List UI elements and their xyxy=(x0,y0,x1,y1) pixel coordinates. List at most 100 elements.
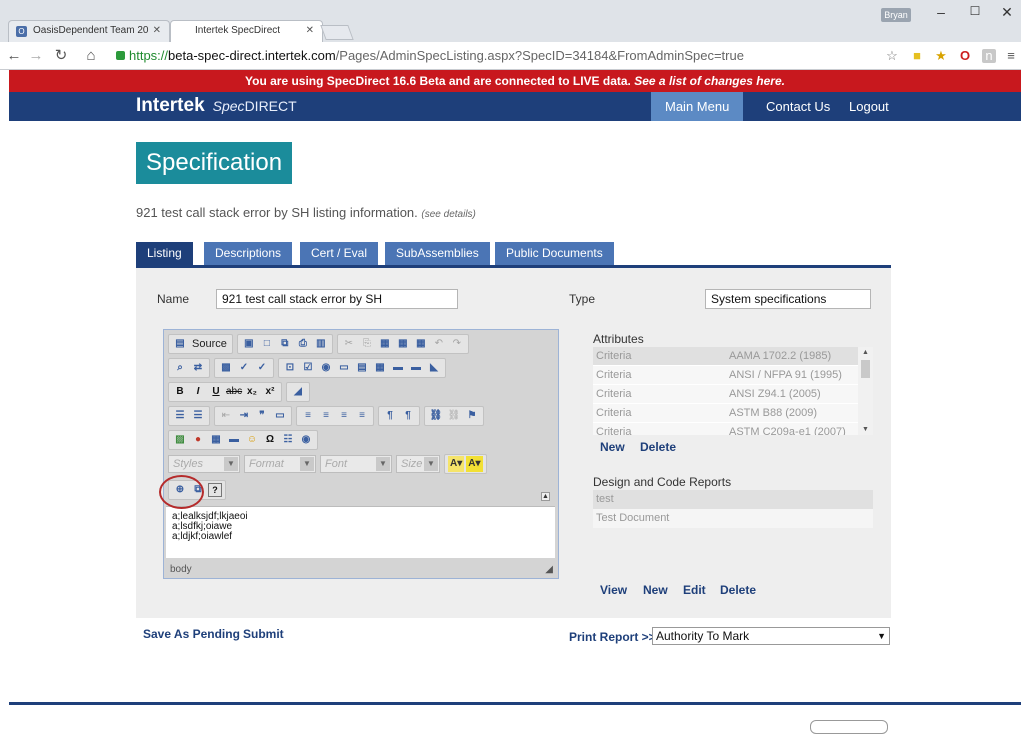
new-tab-button[interactable] xyxy=(320,25,354,40)
close-window-icon[interactable]: ✕ xyxy=(992,4,1021,21)
list-item[interactable]: Criteria ASTM B88 (2009) xyxy=(593,404,873,423)
justify-icon[interactable]: ≡ xyxy=(354,408,370,424)
copy-icon[interactable]: ⎘ xyxy=(359,336,375,352)
list-item[interactable]: Criteria AAMA 1702.2 (1985) xyxy=(593,347,873,366)
see-details-link[interactable]: (see details) xyxy=(421,209,475,220)
preview-icon[interactable]: ⧉ xyxy=(277,336,293,352)
italic-icon[interactable]: I xyxy=(190,384,206,400)
tab-cert-eval[interactable]: Cert / Eval xyxy=(300,242,379,266)
outdent-icon[interactable]: ⇤ xyxy=(218,408,234,424)
list-item[interactable]: Criteria ANSI Z94.1 (2005) xyxy=(593,385,873,404)
nav-logout[interactable]: Logout xyxy=(835,92,903,121)
nav-main-menu[interactable]: Main Menu xyxy=(651,92,744,121)
subscript-icon[interactable]: x₂ xyxy=(244,384,260,400)
browser-tab-specdirect[interactable]: Intertek SpecDirect ✕ xyxy=(170,20,323,42)
page-break-icon[interactable]: ☷ xyxy=(280,432,296,448)
design-new-link[interactable]: New xyxy=(643,583,668,597)
unlink-icon[interactable]: ⛓ xyxy=(446,408,462,424)
paste-text-icon[interactable]: ▦ xyxy=(395,336,411,352)
close-tab-icon[interactable]: ✕ xyxy=(306,25,314,36)
save-as-pending-link[interactable]: Save As Pending xyxy=(143,627,240,641)
flash-icon[interactable]: ● xyxy=(190,432,206,448)
horizontal-rule-icon[interactable]: ▬ xyxy=(226,432,242,448)
about-help-icon[interactable]: ? xyxy=(208,483,222,497)
tab-public-documents[interactable]: Public Documents xyxy=(495,242,614,266)
design-delete-link[interactable]: Delete xyxy=(720,583,756,597)
tab-listing[interactable]: Listing xyxy=(136,242,193,266)
collapse-toolbar-button[interactable]: ▲ xyxy=(541,492,550,501)
anchor-icon[interactable]: ⚑ xyxy=(464,408,480,424)
url-field[interactable]: https://beta-spec-direct.intertek.com/Pa… xyxy=(116,47,876,65)
home-icon[interactable]: ⌂ xyxy=(82,48,100,64)
styles-combo[interactable]: Styles ▼ xyxy=(168,455,240,473)
list-item[interactable]: Criteria ANSI / NFPA 91 (1995) xyxy=(593,366,873,385)
attributes-delete-link[interactable]: Delete xyxy=(640,440,676,454)
align-center-icon[interactable]: ≡ xyxy=(318,408,334,424)
bookmark-star-icon[interactable]: ☆ xyxy=(885,49,899,63)
opera-extension-icon[interactable]: O xyxy=(958,49,972,63)
editor-element-path[interactable]: body xyxy=(170,564,192,575)
format-combo[interactable]: Format ▼ xyxy=(244,455,316,473)
extension-notes-icon[interactable]: ■ xyxy=(910,49,924,63)
scroll-down-icon[interactable]: ▼ xyxy=(862,426,869,433)
list-item[interactable]: test xyxy=(593,490,873,509)
design-reports-list[interactable]: test Test Document xyxy=(593,490,873,528)
nav-contact-us[interactable]: Contact Us xyxy=(752,92,844,121)
superscript-icon[interactable]: x² xyxy=(262,384,278,400)
profile-badge[interactable]: Bryan xyxy=(881,8,911,22)
list-item[interactable]: Criteria ASTM C209a-e1 (2007) xyxy=(593,423,873,435)
background-color-icon[interactable]: A▾ xyxy=(466,456,483,472)
align-right-icon[interactable]: ≡ xyxy=(336,408,352,424)
name-field[interactable] xyxy=(216,289,458,309)
spellcheck-icon[interactable]: ✓ xyxy=(236,360,252,376)
cut-icon[interactable]: ✂ xyxy=(341,336,357,352)
blockquote-icon[interactable]: ❞ xyxy=(254,408,270,424)
iframe-icon[interactable]: ◉ xyxy=(298,432,314,448)
ltr-icon[interactable]: ¶ xyxy=(382,408,398,424)
minimize-icon[interactable]: – xyxy=(926,4,956,20)
footer-button[interactable] xyxy=(810,720,888,734)
image-button-icon[interactable]: ▬ xyxy=(408,360,424,376)
submit-link[interactable]: Submit xyxy=(243,627,284,641)
extension-n-icon[interactable]: n xyxy=(982,49,996,63)
indent-icon[interactable]: ⇥ xyxy=(236,408,252,424)
list-item[interactable]: Test Document xyxy=(593,509,873,528)
div-container-icon[interactable]: ▭ xyxy=(272,408,288,424)
textarea-icon[interactable]: ▤ xyxy=(354,360,370,376)
remove-format-icon[interactable]: ◢ xyxy=(290,384,306,400)
image-icon[interactable]: ▨ xyxy=(172,432,188,448)
forward-arrow-icon[interactable]: → xyxy=(27,48,45,64)
find-icon[interactable]: ⌕ xyxy=(172,360,188,376)
new-page-icon[interactable]: □ xyxy=(259,336,275,352)
changes-link[interactable]: See a list of changes here. xyxy=(634,74,785,88)
select-icon[interactable]: ▦ xyxy=(372,360,388,376)
templates-icon[interactable]: ▥ xyxy=(313,336,329,352)
intertek-logo[interactable]: Intertek SpecDIRECT xyxy=(136,95,297,117)
type-field[interactable] xyxy=(705,289,871,309)
reload-icon[interactable]: ↻ xyxy=(52,48,70,64)
extension-star-icon[interactable]: ★ xyxy=(934,49,948,63)
attributes-new-link[interactable]: New xyxy=(600,440,625,454)
select-all-icon[interactable]: ▩ xyxy=(218,360,234,376)
paste-word-icon[interactable]: ▦ xyxy=(413,336,429,352)
undo-icon[interactable]: ↶ xyxy=(431,336,447,352)
hidden-field-icon[interactable]: ◣ xyxy=(426,360,442,376)
browser-tab-oasis[interactable]: O OasisDependent Team 20 ✕ xyxy=(8,20,170,42)
resize-handle-icon[interactable]: ◢ xyxy=(545,564,553,575)
print-icon[interactable]: ⎙ xyxy=(295,336,311,352)
close-tab-icon[interactable]: ✕ xyxy=(153,25,161,36)
bold-icon[interactable]: B xyxy=(172,384,188,400)
paste-icon[interactable]: ▦ xyxy=(377,336,393,352)
scrollbar-thumb[interactable] xyxy=(861,360,870,378)
align-left-icon[interactable]: ≡ xyxy=(300,408,316,424)
source-button[interactable]: Source xyxy=(190,336,229,352)
save-icon[interactable]: ▣ xyxy=(241,336,257,352)
textfield-icon[interactable]: ▭ xyxy=(336,360,352,376)
radio-icon[interactable]: ◉ xyxy=(318,360,334,376)
scroll-up-icon[interactable]: ▲ xyxy=(862,349,869,356)
spellcheck-as-you-type-icon[interactable]: ✓ xyxy=(254,360,270,376)
menu-icon[interactable]: ≡ xyxy=(1004,49,1018,63)
link-icon[interactable]: ⛓ xyxy=(428,408,444,424)
strikethrough-icon[interactable]: abc xyxy=(226,384,242,400)
table-icon[interactable]: ▦ xyxy=(208,432,224,448)
